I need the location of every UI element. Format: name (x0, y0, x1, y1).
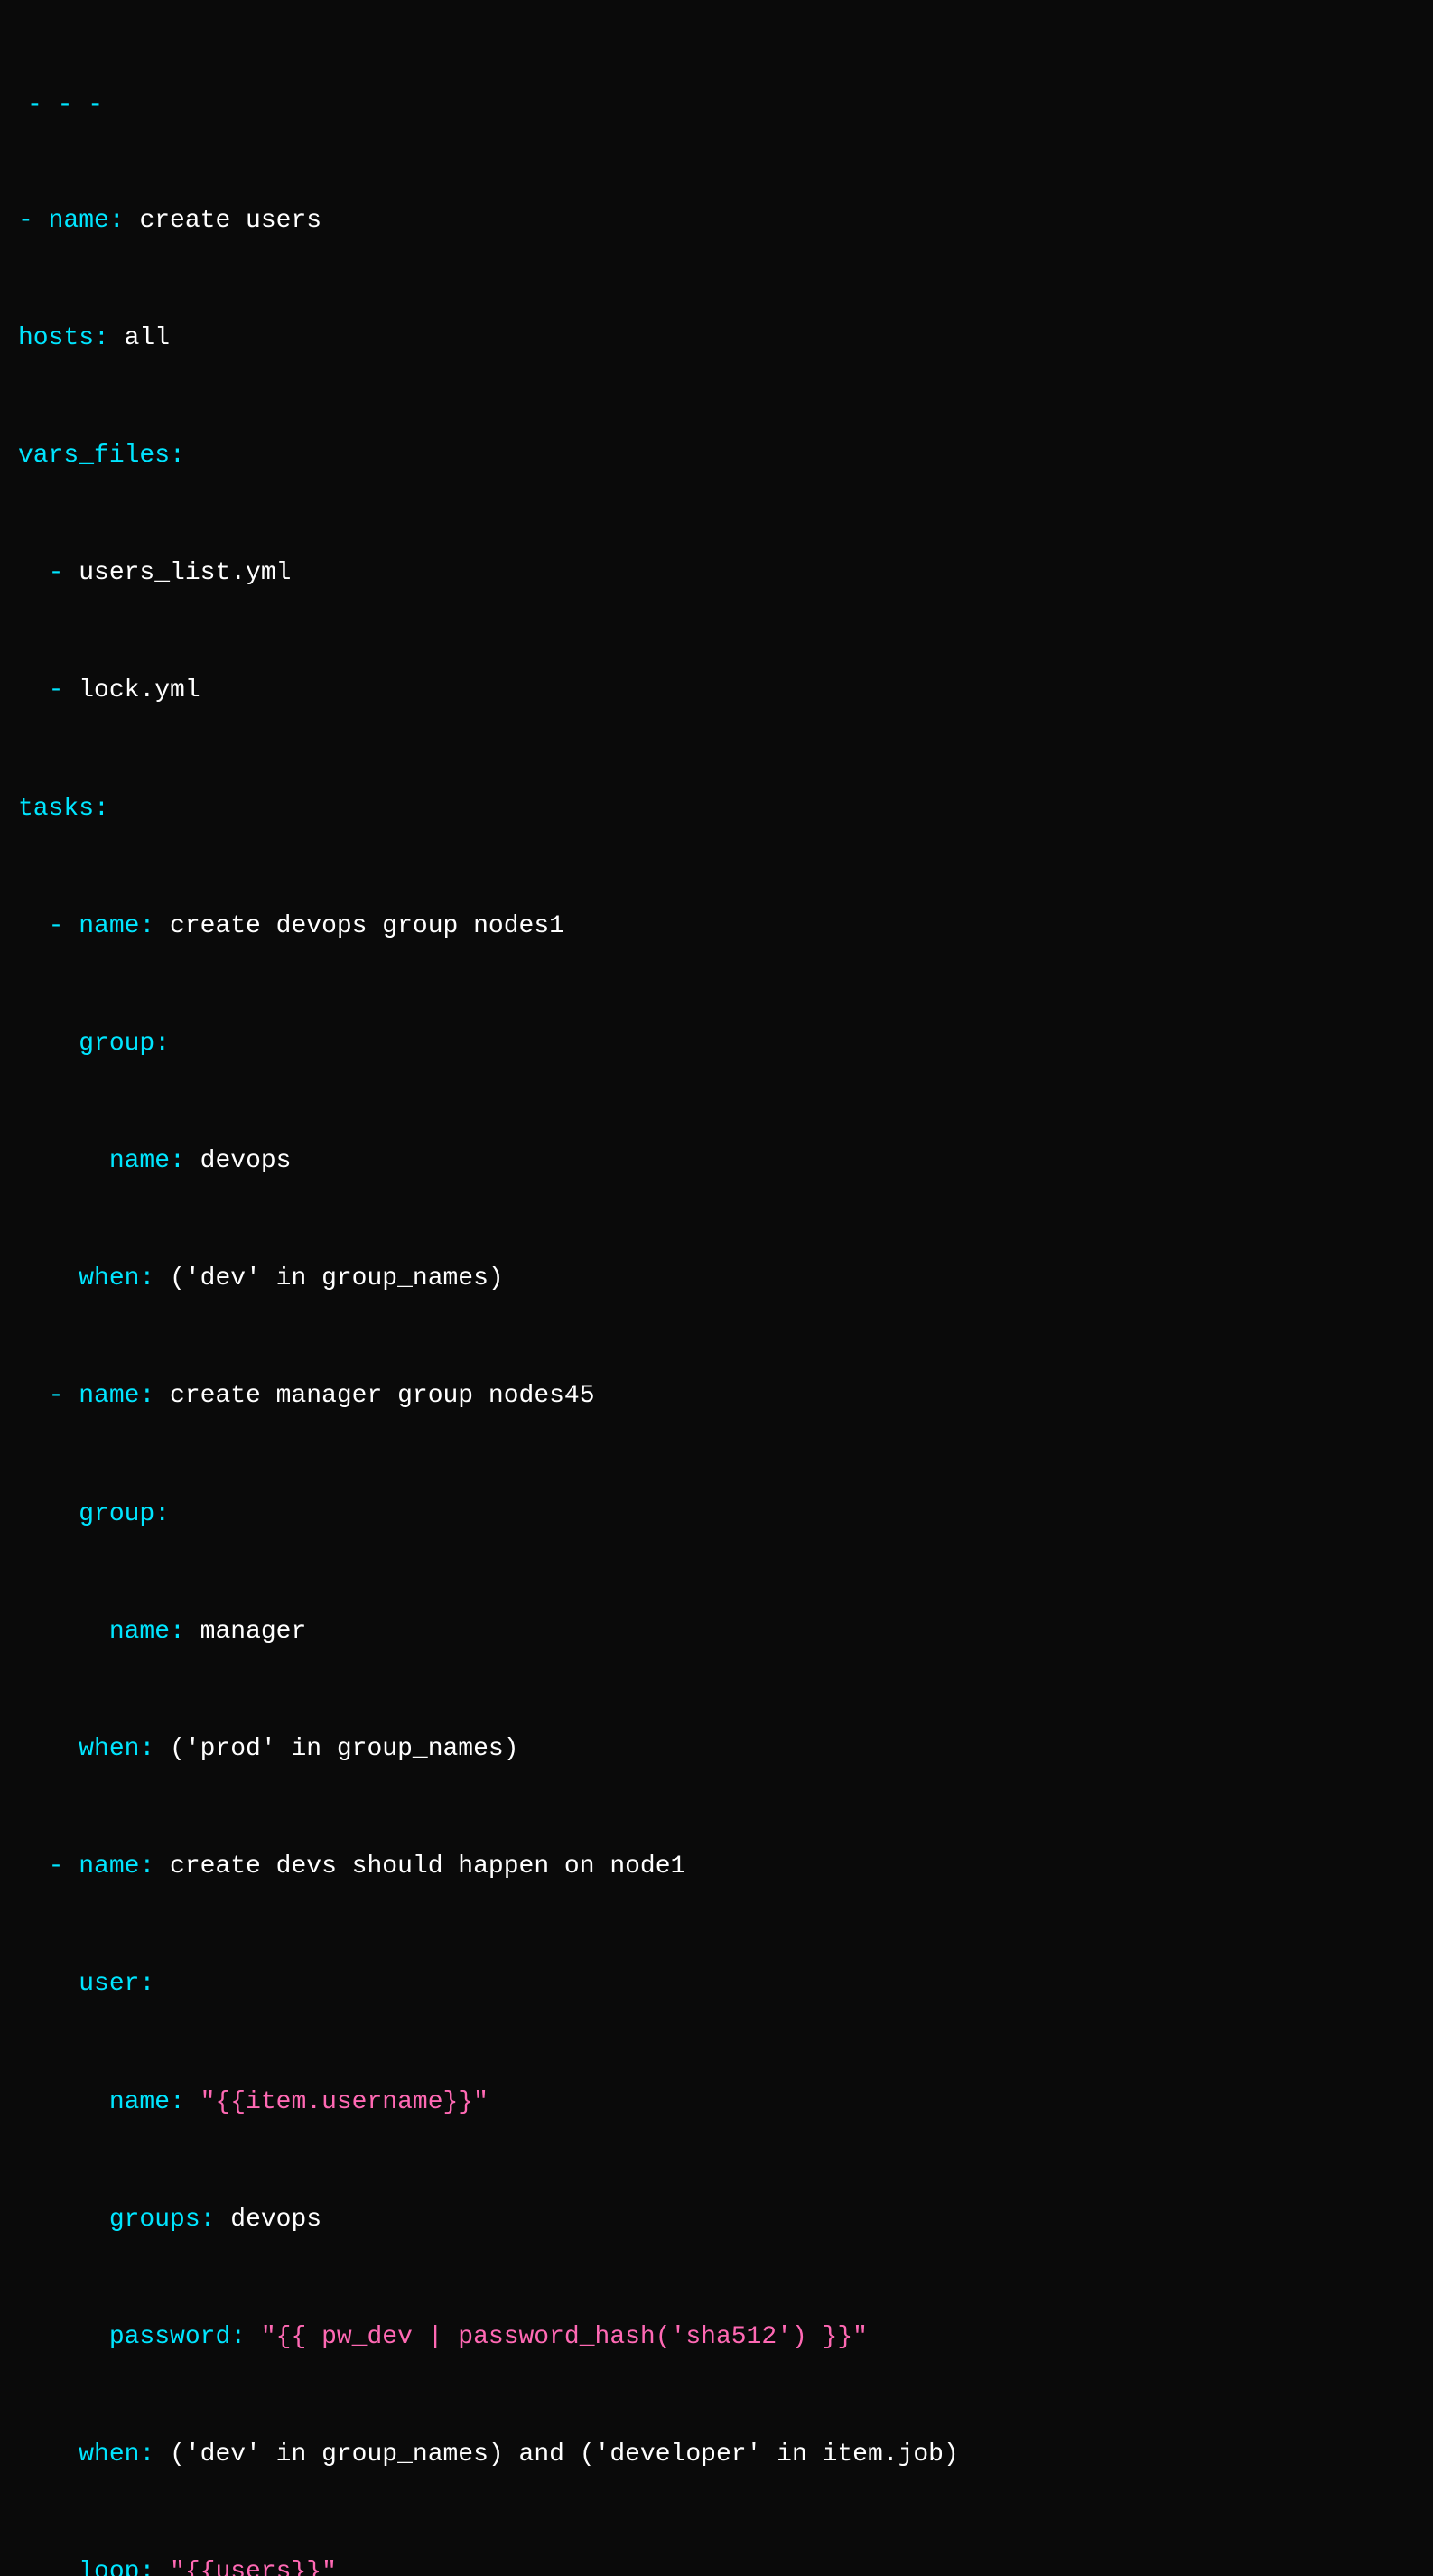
key-when: when (79, 1265, 139, 1293)
value: create users (139, 207, 321, 235)
line-10: when: ('dev' in group_names) (18, 1259, 1415, 1298)
colon: : (139, 2558, 170, 2576)
line-2: hosts: all (18, 319, 1415, 358)
line-13: name: manager (18, 1612, 1415, 1651)
value: "{{ pw_dev | password_hash('sha512') }}" (261, 2323, 868, 2351)
value: users_list.yml (79, 559, 291, 587)
key-when: when (79, 2441, 139, 2469)
line-7: - name: create devops group nodes1 (18, 907, 1415, 946)
key-hosts: hosts (18, 324, 94, 352)
colon: : (154, 1500, 170, 1528)
line-16: user: (18, 1965, 1415, 2003)
key-name: name (109, 1147, 170, 1175)
colon: : (139, 1382, 170, 1410)
colon: : (230, 2323, 261, 2351)
value: "{{users}}" (170, 2558, 337, 2576)
line-9: name: devops (18, 1142, 1415, 1181)
value: manager (200, 1618, 307, 1646)
colon: : (170, 1618, 200, 1646)
key-password: password (109, 2323, 230, 2351)
key-loop: loop (79, 2558, 139, 2576)
value: create devops group nodes1 (170, 912, 564, 940)
key-user: user (79, 1970, 139, 1998)
key-name: name (109, 2088, 170, 2116)
code-editor: - - - - name: create users hosts: all va… (0, 9, 1433, 2576)
colon: : (154, 1030, 170, 1058)
key-name: name (79, 1853, 139, 1881)
key-group: group (79, 1030, 154, 1058)
line-6: tasks: (18, 789, 1415, 828)
line-12: group: (18, 1495, 1415, 1534)
colon: : (94, 795, 109, 823)
dash-icon: - (49, 677, 79, 705)
value: ('dev' in group_names) and ('developer' … (170, 2441, 959, 2469)
dash-icon: - (49, 912, 79, 940)
colon: : (139, 1735, 170, 1763)
line-1: - name: create users (18, 201, 1415, 240)
key-vars-files: vars_files (18, 442, 170, 470)
line-8: group: (18, 1024, 1415, 1063)
line-18: groups: devops (18, 2200, 1415, 2239)
colon: : (139, 1265, 170, 1293)
key-group: group (79, 1500, 154, 1528)
line-17: name: "{{item.username}}" (18, 2083, 1415, 2122)
dash-icon: - (49, 559, 79, 587)
colon: : (139, 1853, 170, 1881)
line-15: - name: create devs should happen on nod… (18, 1847, 1415, 1886)
colon: : (139, 912, 170, 940)
value: create devs should happen on node1 (170, 1853, 685, 1881)
colon: : (200, 2206, 231, 2234)
key-when: when (79, 1735, 139, 1763)
colon: : (94, 324, 125, 352)
colon: : (170, 1147, 200, 1175)
line-3: vars_files: (18, 436, 1415, 475)
line-14: when: ('prod' in group_names) (18, 1730, 1415, 1769)
colon: : (139, 1970, 154, 1998)
colon: : (170, 2088, 200, 2116)
line-5: - lock.yml (18, 671, 1415, 710)
value: devops (200, 1147, 292, 1175)
line-19: password: "{{ pw_dev | password_hash('sh… (18, 2318, 1415, 2357)
key-name: name (109, 1618, 170, 1646)
key-groups: groups (109, 2206, 200, 2234)
line-21: loop: "{{users}}" (18, 2553, 1415, 2576)
value: "{{item.username}}" (200, 2088, 489, 2116)
key-name: name (49, 207, 109, 235)
value: lock.yml (79, 677, 200, 705)
line-4: - users_list.yml (18, 554, 1415, 593)
dash-icon: - (49, 1382, 79, 1410)
key-name: name (79, 912, 139, 940)
key-tasks: tasks (18, 795, 94, 823)
colon: : (109, 207, 140, 235)
value: create manager group nodes45 (170, 1382, 594, 1410)
dash-icon: - (49, 1853, 79, 1881)
value: all (125, 324, 170, 352)
line-11: - name: create manager group nodes45 (18, 1377, 1415, 1415)
colon: : (139, 2441, 170, 2469)
key-name: name (79, 1382, 139, 1410)
value: ('prod' in group_names) (170, 1735, 518, 1763)
colon: : (170, 442, 185, 470)
yaml-doc-start: - - - (18, 88, 1415, 123)
value: ('dev' in group_names) (170, 1265, 504, 1293)
value: devops (230, 2206, 321, 2234)
line-20: when: ('dev' in group_names) and ('devel… (18, 2435, 1415, 2474)
dash-icon: - (18, 207, 49, 235)
